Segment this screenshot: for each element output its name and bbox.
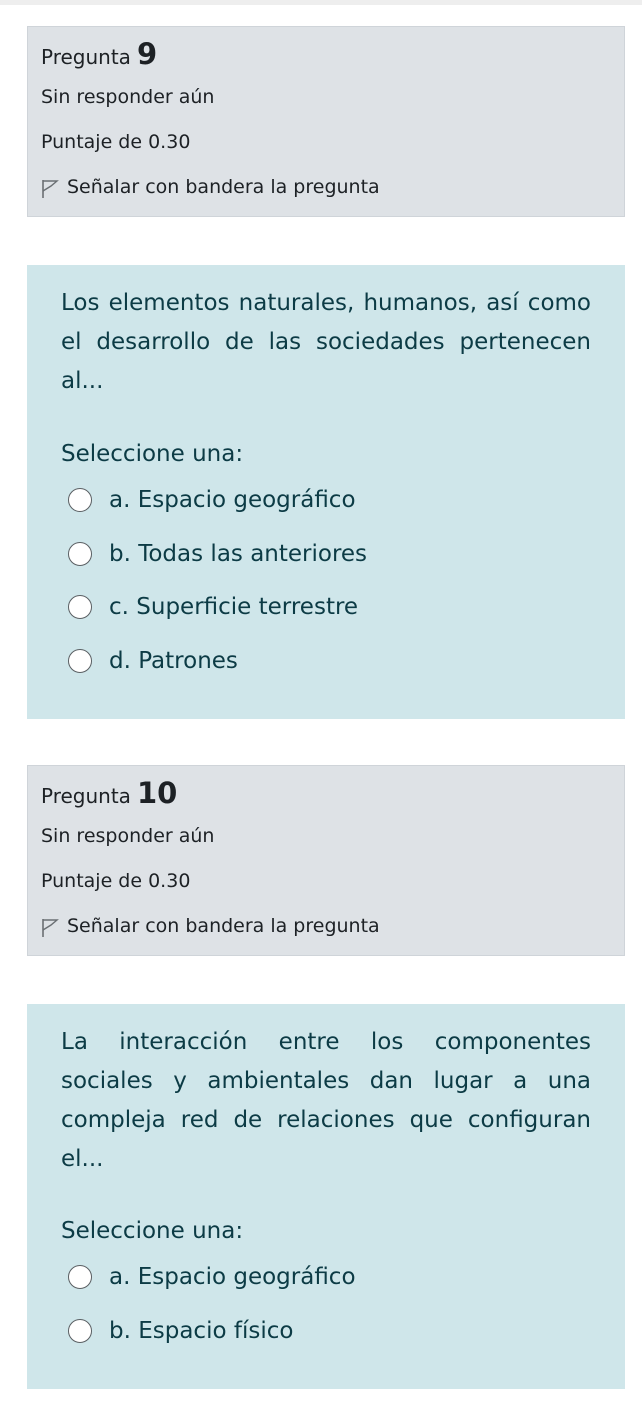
flag-question-link[interactable]: Señalar con bandera la pregunta — [41, 175, 380, 199]
radio-button[interactable] — [68, 649, 92, 673]
question-prompt: La interacción entre los componentes soc… — [61, 1029, 591, 1172]
question-state: Sin responder aún — [41, 86, 215, 108]
answer-option-label: d. Patrones — [109, 648, 238, 674]
question-prompt: Los elementos naturales, humanos, así co… — [61, 290, 591, 394]
answer-option-c[interactable]: c. Superficie terrestre — [68, 594, 358, 620]
answer-option-b[interactable]: b. Espacio físico — [68, 1318, 293, 1344]
radio-button[interactable] — [68, 488, 92, 512]
answer-option-a[interactable]: a. Espacio geográfico — [68, 487, 356, 513]
question-state: Sin responder aún — [41, 825, 215, 847]
question-number: Pregunta 9 — [41, 39, 157, 72]
question-content-9: Los elementos naturales, humanos, así co… — [27, 265, 625, 719]
flag-icon — [42, 180, 59, 198]
question-info-9: Pregunta 9 Sin responder aún Puntaje de 0… — [27, 26, 625, 217]
answer-option-label: a. Espacio geográfico — [109, 1264, 356, 1290]
answer-option-label: b. Todas las anteriores — [109, 541, 368, 567]
answer-option-label: a. Espacio geográfico — [109, 487, 356, 513]
select-one-label: Seleccione una: — [61, 441, 244, 467]
select-one-label: Seleccione una: — [61, 1218, 244, 1244]
radio-button[interactable] — [68, 1319, 92, 1343]
question-number: Pregunta 10 — [41, 778, 177, 811]
flag-question-label: Señalar con bandera la pregunta — [67, 915, 380, 937]
answer-option-d[interactable]: d. Patrones — [68, 648, 238, 674]
question-label: Pregunta — [41, 45, 131, 69]
question-number-value: 10 — [136, 776, 178, 810]
question-grade: Puntaje de 0.30 — [41, 870, 191, 892]
flag-question-label: Señalar con bandera la pregunta — [67, 176, 380, 198]
question-number-value: 9 — [136, 37, 158, 71]
top-bar — [0, 0, 642, 5]
answer-option-b[interactable]: b. Todas las anteriores — [68, 541, 367, 567]
question-grade: Puntaje de 0.30 — [41, 131, 191, 153]
flag-icon — [42, 919, 59, 937]
question-label: Pregunta — [41, 784, 131, 808]
question-content-10: La interacción entre los componentes soc… — [27, 1004, 625, 1389]
answer-option-label: c. Superficie terrestre — [109, 594, 359, 620]
answer-option-a[interactable]: a. Espacio geográfico — [68, 1264, 356, 1290]
answer-option-label: b. Espacio físico — [109, 1318, 294, 1344]
question-info-10: Pregunta 10 Sin responder aún Puntaje de … — [27, 765, 625, 956]
radio-button[interactable] — [68, 542, 92, 566]
flag-question-link[interactable]: Señalar con bandera la pregunta — [41, 914, 380, 938]
radio-button[interactable] — [68, 1265, 92, 1289]
radio-button[interactable] — [68, 595, 92, 619]
